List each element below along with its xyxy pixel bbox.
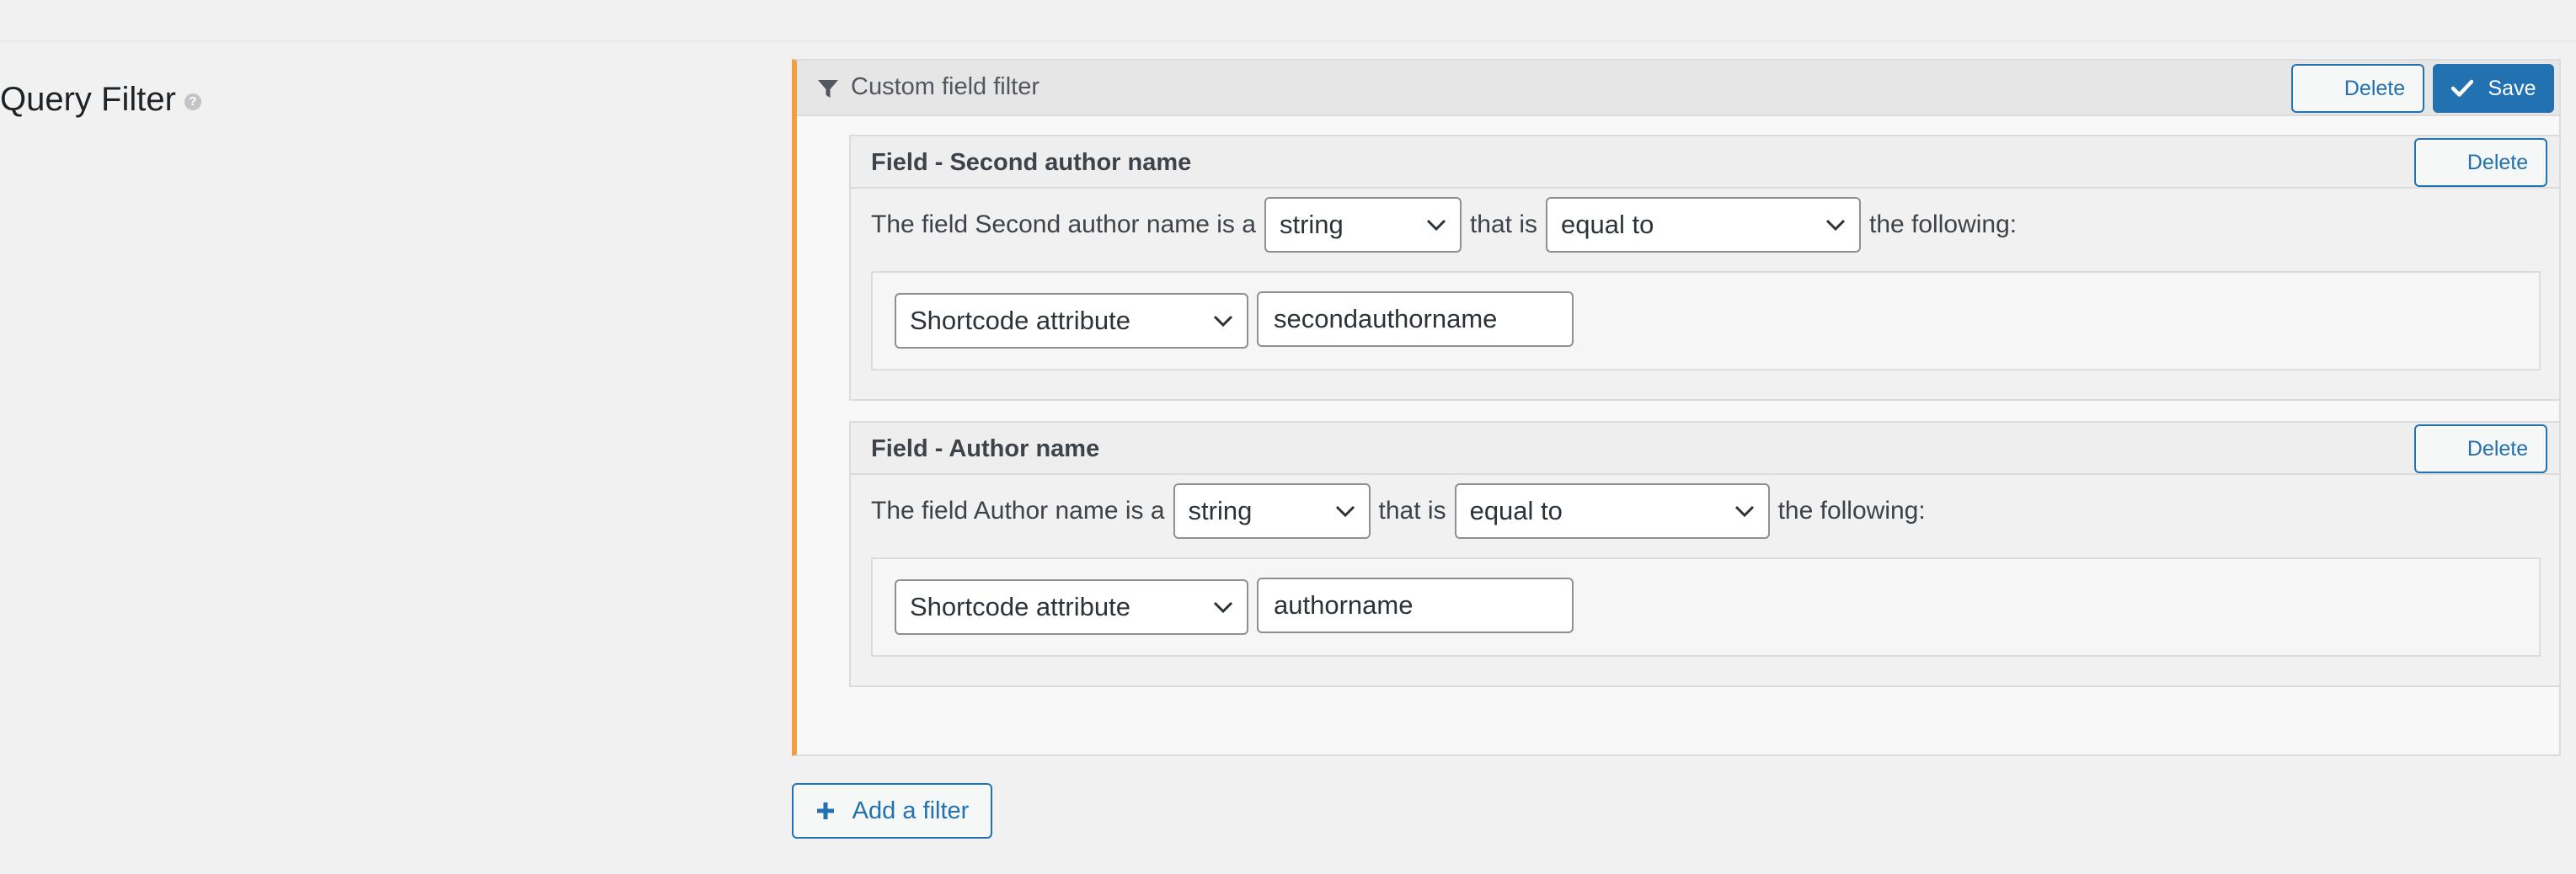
custom-field-filter-panel: Custom field filter Delete Save Field - …: [792, 59, 2561, 756]
panel-title: Custom field filter: [851, 73, 1040, 100]
source-select-value: Shortcode attribute: [910, 306, 1130, 335]
comparison-select[interactable]: equal to: [1546, 197, 1861, 253]
value-source-box: Shortcode attribute: [871, 271, 2541, 370]
panel-header: Custom field filter Delete Save: [797, 61, 2559, 116]
comparison-select-value: equal to: [1561, 210, 1654, 239]
comparison-select[interactable]: equal to: [1454, 483, 1770, 539]
field-condition-row: The field Second author name is a string…: [871, 195, 2017, 254]
shortcode-attribute-input[interactable]: [1257, 578, 1574, 633]
field-title: Field - Second author name: [871, 149, 1192, 176]
condition-suffix: the following:: [1869, 211, 2018, 238]
source-select-value: Shortcode attribute: [910, 592, 1130, 621]
add-filter-button[interactable]: Add a filter: [792, 783, 992, 839]
chevron-down-icon: [1213, 315, 1233, 327]
field-delete-button[interactable]: Delete: [2414, 138, 2547, 187]
panel-delete-button[interactable]: Delete: [2291, 64, 2424, 113]
condition-prefix: The field Author name is a: [871, 497, 1165, 525]
chevron-down-icon: [1335, 505, 1355, 517]
top-divider: [0, 40, 2576, 42]
value-source-box: Shortcode attribute: [871, 557, 2541, 657]
section-title-text: Query Filter: [0, 81, 176, 118]
chevron-down-icon: [1426, 219, 1446, 231]
comparison-select-value: equal to: [1469, 496, 1563, 525]
condition-prefix: The field Second author name is a: [871, 211, 1256, 238]
condition-middle: that is: [1469, 211, 1537, 238]
source-select[interactable]: Shortcode attribute: [895, 293, 1248, 349]
field-header: Field - Second author name Delete: [851, 136, 2559, 189]
field-box-second-author-name: Field - Second author name Delete The fi…: [849, 135, 2561, 401]
field-box-author-name: Field - Author name Delete The field Aut…: [849, 421, 2561, 687]
funnel-icon: [818, 80, 838, 98]
field-delete-label: Delete: [2466, 150, 2529, 174]
save-label: Save: [2488, 76, 2536, 100]
question-circle-icon[interactable]: ?: [184, 93, 201, 110]
type-select[interactable]: string: [1173, 483, 1371, 539]
field-title: Field - Author name: [871, 435, 1100, 462]
shortcode-attribute-input[interactable]: [1257, 291, 1574, 347]
condition-suffix: the following:: [1777, 497, 1926, 525]
chevron-down-icon: [1734, 505, 1754, 517]
field-header: Field - Author name Delete: [851, 423, 2559, 475]
plus-icon: [816, 802, 834, 819]
save-button[interactable]: Save: [2433, 64, 2554, 113]
checkmark-icon: [2450, 79, 2473, 97]
type-select[interactable]: string: [1264, 197, 1462, 253]
type-select-value: string: [1188, 496, 1253, 525]
panel-delete-label: Delete: [2344, 76, 2406, 100]
chevron-down-icon: [1213, 601, 1233, 613]
chevron-down-icon: [1825, 219, 1846, 231]
field-condition-row: The field Author name is a string that i…: [871, 482, 1926, 541]
section-title: Query Filter ?: [0, 77, 201, 121]
type-select-value: string: [1279, 210, 1344, 239]
field-delete-button[interactable]: Delete: [2414, 424, 2547, 473]
source-select[interactable]: Shortcode attribute: [895, 579, 1248, 635]
field-delete-label: Delete: [2466, 436, 2529, 461]
add-filter-label: Add a filter: [852, 797, 970, 824]
condition-middle: that is: [1378, 497, 1446, 525]
